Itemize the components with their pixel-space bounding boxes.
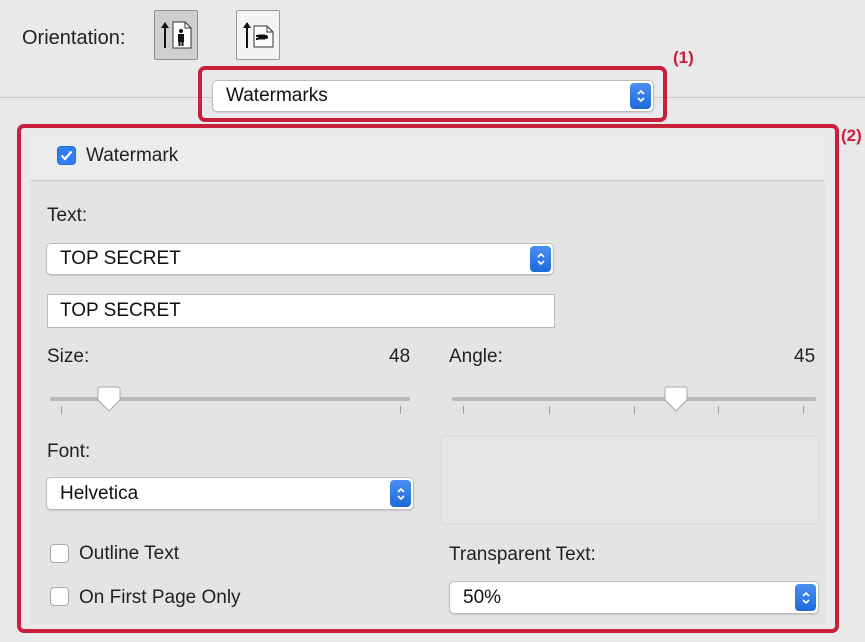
outline-text-checkbox[interactable] [50, 544, 69, 563]
angle-slider-tick [634, 406, 635, 414]
transparent-text-select[interactable]: 50% [449, 581, 819, 614]
callout-label-1: (1) [673, 48, 694, 67]
landscape-orientation-button[interactable] [236, 10, 280, 60]
text-select[interactable]: TOP SECRET [46, 243, 554, 275]
angle-slider-tick [718, 406, 719, 414]
angle-slider-thumb[interactable] [664, 386, 688, 412]
callout-label-2: (2) [841, 126, 862, 145]
size-slider-tick [400, 406, 401, 414]
panel-select[interactable]: Watermarks [212, 80, 654, 112]
angle-slider-track[interactable] [452, 397, 816, 401]
watermark-checkbox-label: Watermark [86, 145, 179, 166]
angle-slider-tick [549, 406, 550, 414]
portrait-orientation-button[interactable] [154, 10, 198, 60]
watermark-preview [441, 436, 819, 524]
landscape-icon [243, 22, 274, 48]
orientation-label: Orientation: [22, 27, 126, 49]
transparent-text-value: 50% [463, 586, 502, 608]
first-page-only-checkbox[interactable] [50, 587, 69, 606]
angle-label: Angle: [449, 346, 503, 367]
font-label: Font: [47, 441, 91, 462]
transparent-text-label: Transparent Text: [449, 544, 596, 565]
size-value: 48 [389, 346, 411, 367]
watermark-checkbox[interactable] [57, 146, 76, 165]
text-select-value: TOP SECRET [60, 248, 181, 269]
first-page-only-label: On First Page Only [79, 587, 241, 608]
chevron-updown-icon [630, 83, 651, 109]
size-slider-thumb[interactable] [97, 386, 121, 412]
size-slider-tick [61, 406, 62, 414]
text-label: Text: [47, 205, 88, 226]
panel-select-value: Watermarks [226, 85, 328, 106]
watermark-text-input[interactable]: TOP SECRET [47, 294, 555, 328]
chevron-updown-icon [795, 584, 816, 611]
watermark-text-value: TOP SECRET [60, 300, 181, 321]
outline-text-label: Outline Text [79, 543, 179, 564]
font-select[interactable]: Helvetica [46, 477, 414, 510]
angle-slider-tick [803, 406, 804, 414]
chevron-updown-icon [390, 480, 411, 507]
angle-value: 45 [794, 346, 816, 367]
angle-slider-tick [463, 406, 464, 414]
font-select-value: Helvetica [60, 482, 139, 504]
size-label: Size: [47, 346, 90, 367]
chevron-updown-icon [530, 246, 551, 272]
portrait-icon [161, 21, 192, 49]
checkmark-icon [60, 150, 73, 161]
